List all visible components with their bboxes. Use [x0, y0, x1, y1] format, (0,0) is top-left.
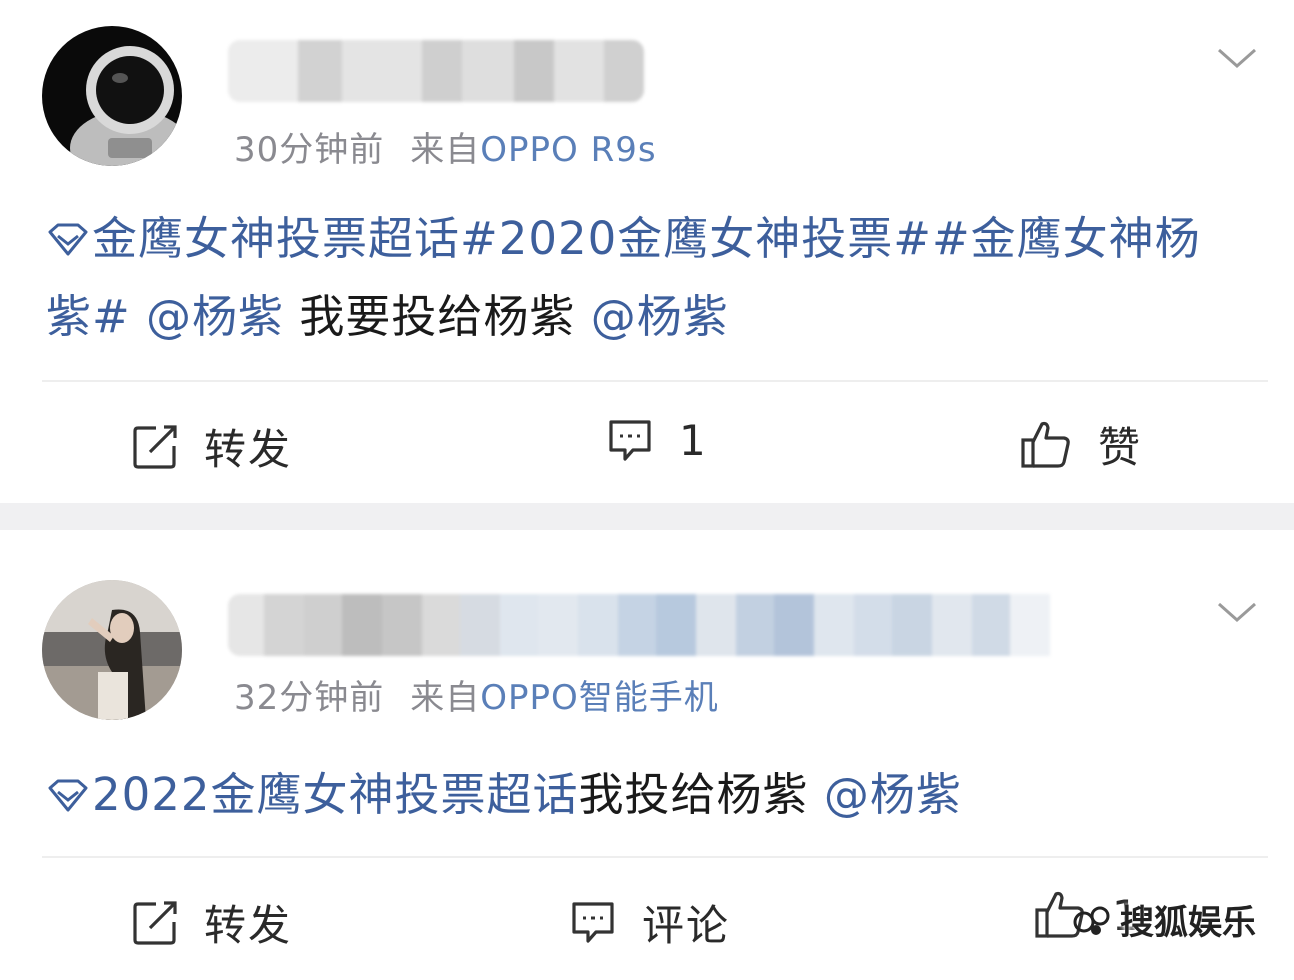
source-prefix: 来自: [410, 130, 481, 170]
comment-button[interactable]: 评论: [570, 892, 730, 953]
avatar[interactable]: [42, 580, 182, 720]
action-bar: 转发 1 赞: [0, 400, 1294, 480]
post-content: 2022金鹰女神投票超话我投给杨紫 @杨紫: [46, 756, 1234, 834]
post-content: 金鹰女神投票超话#2020金鹰女神投票##金鹰女神杨紫# @杨紫 我要投给杨紫 …: [46, 200, 1234, 356]
mention-link[interactable]: @杨紫: [824, 768, 962, 821]
astronaut-avatar-image: [42, 26, 182, 166]
avatar[interactable]: [42, 26, 182, 166]
post-meta: 30分钟前 来自OPPO R9s: [234, 122, 657, 171]
source-device[interactable]: OPPO智能手机: [480, 678, 719, 718]
divider: [42, 380, 1268, 382]
post-text: 我要投给杨紫: [299, 290, 576, 343]
comment-button[interactable]: 1: [607, 416, 708, 465]
like-button[interactable]: 赞: [1020, 414, 1142, 475]
super-topic-link[interactable]: 金鹰女神投票超话: [46, 212, 460, 265]
repost-button[interactable]: 转发: [132, 892, 292, 953]
comment-count: 1: [679, 416, 708, 465]
post-time: 32分钟前: [234, 678, 385, 718]
sohu-watermark: 搜狐娱乐: [1070, 895, 1256, 944]
comment-label: 评论: [642, 901, 731, 950]
repost-icon: [133, 424, 177, 469]
comment-icon: [572, 901, 614, 943]
source-prefix: 来自: [410, 678, 481, 718]
post-time: 30分钟前: [234, 130, 385, 170]
thumbs-up-icon: [1021, 421, 1070, 468]
like-label: 赞: [1098, 423, 1143, 472]
post-text: 我投给杨紫: [578, 768, 809, 821]
repost-button[interactable]: 转发: [132, 416, 292, 477]
mention-link[interactable]: @杨紫: [146, 290, 284, 343]
repost-label: 转发: [204, 901, 293, 950]
post-card-1: 30分钟前 来自OPPO R9s 金鹰女神投票超话#2020金鹰女神投票##金鹰女…: [0, 0, 1294, 503]
post-meta: 32分钟前 来自OPPO智能手机: [234, 670, 719, 719]
hashtag-link[interactable]: #2020金鹰女神投票#: [460, 212, 932, 265]
girl-photo-avatar-image: [42, 580, 182, 720]
chevron-down-icon[interactable]: [1216, 44, 1258, 72]
blurred-username[interactable]: [228, 40, 644, 102]
repost-icon: [133, 900, 177, 945]
feed-separator: [0, 503, 1294, 530]
sohu-logo-icon: [1073, 906, 1110, 935]
divider: [42, 856, 1268, 858]
blurred-username[interactable]: [228, 594, 1064, 656]
diamond-topic-icon: [48, 779, 88, 812]
comment-icon: [609, 419, 651, 461]
mention-link[interactable]: @杨紫: [591, 290, 729, 343]
watermark-text: 搜狐娱乐: [1120, 903, 1256, 943]
diamond-topic-icon: [48, 223, 88, 256]
super-topic-link[interactable]: 2022金鹰女神投票超话: [46, 768, 579, 821]
source-device[interactable]: OPPO R9s: [480, 130, 656, 170]
repost-label: 转发: [204, 425, 293, 474]
chevron-down-icon[interactable]: [1216, 598, 1258, 626]
